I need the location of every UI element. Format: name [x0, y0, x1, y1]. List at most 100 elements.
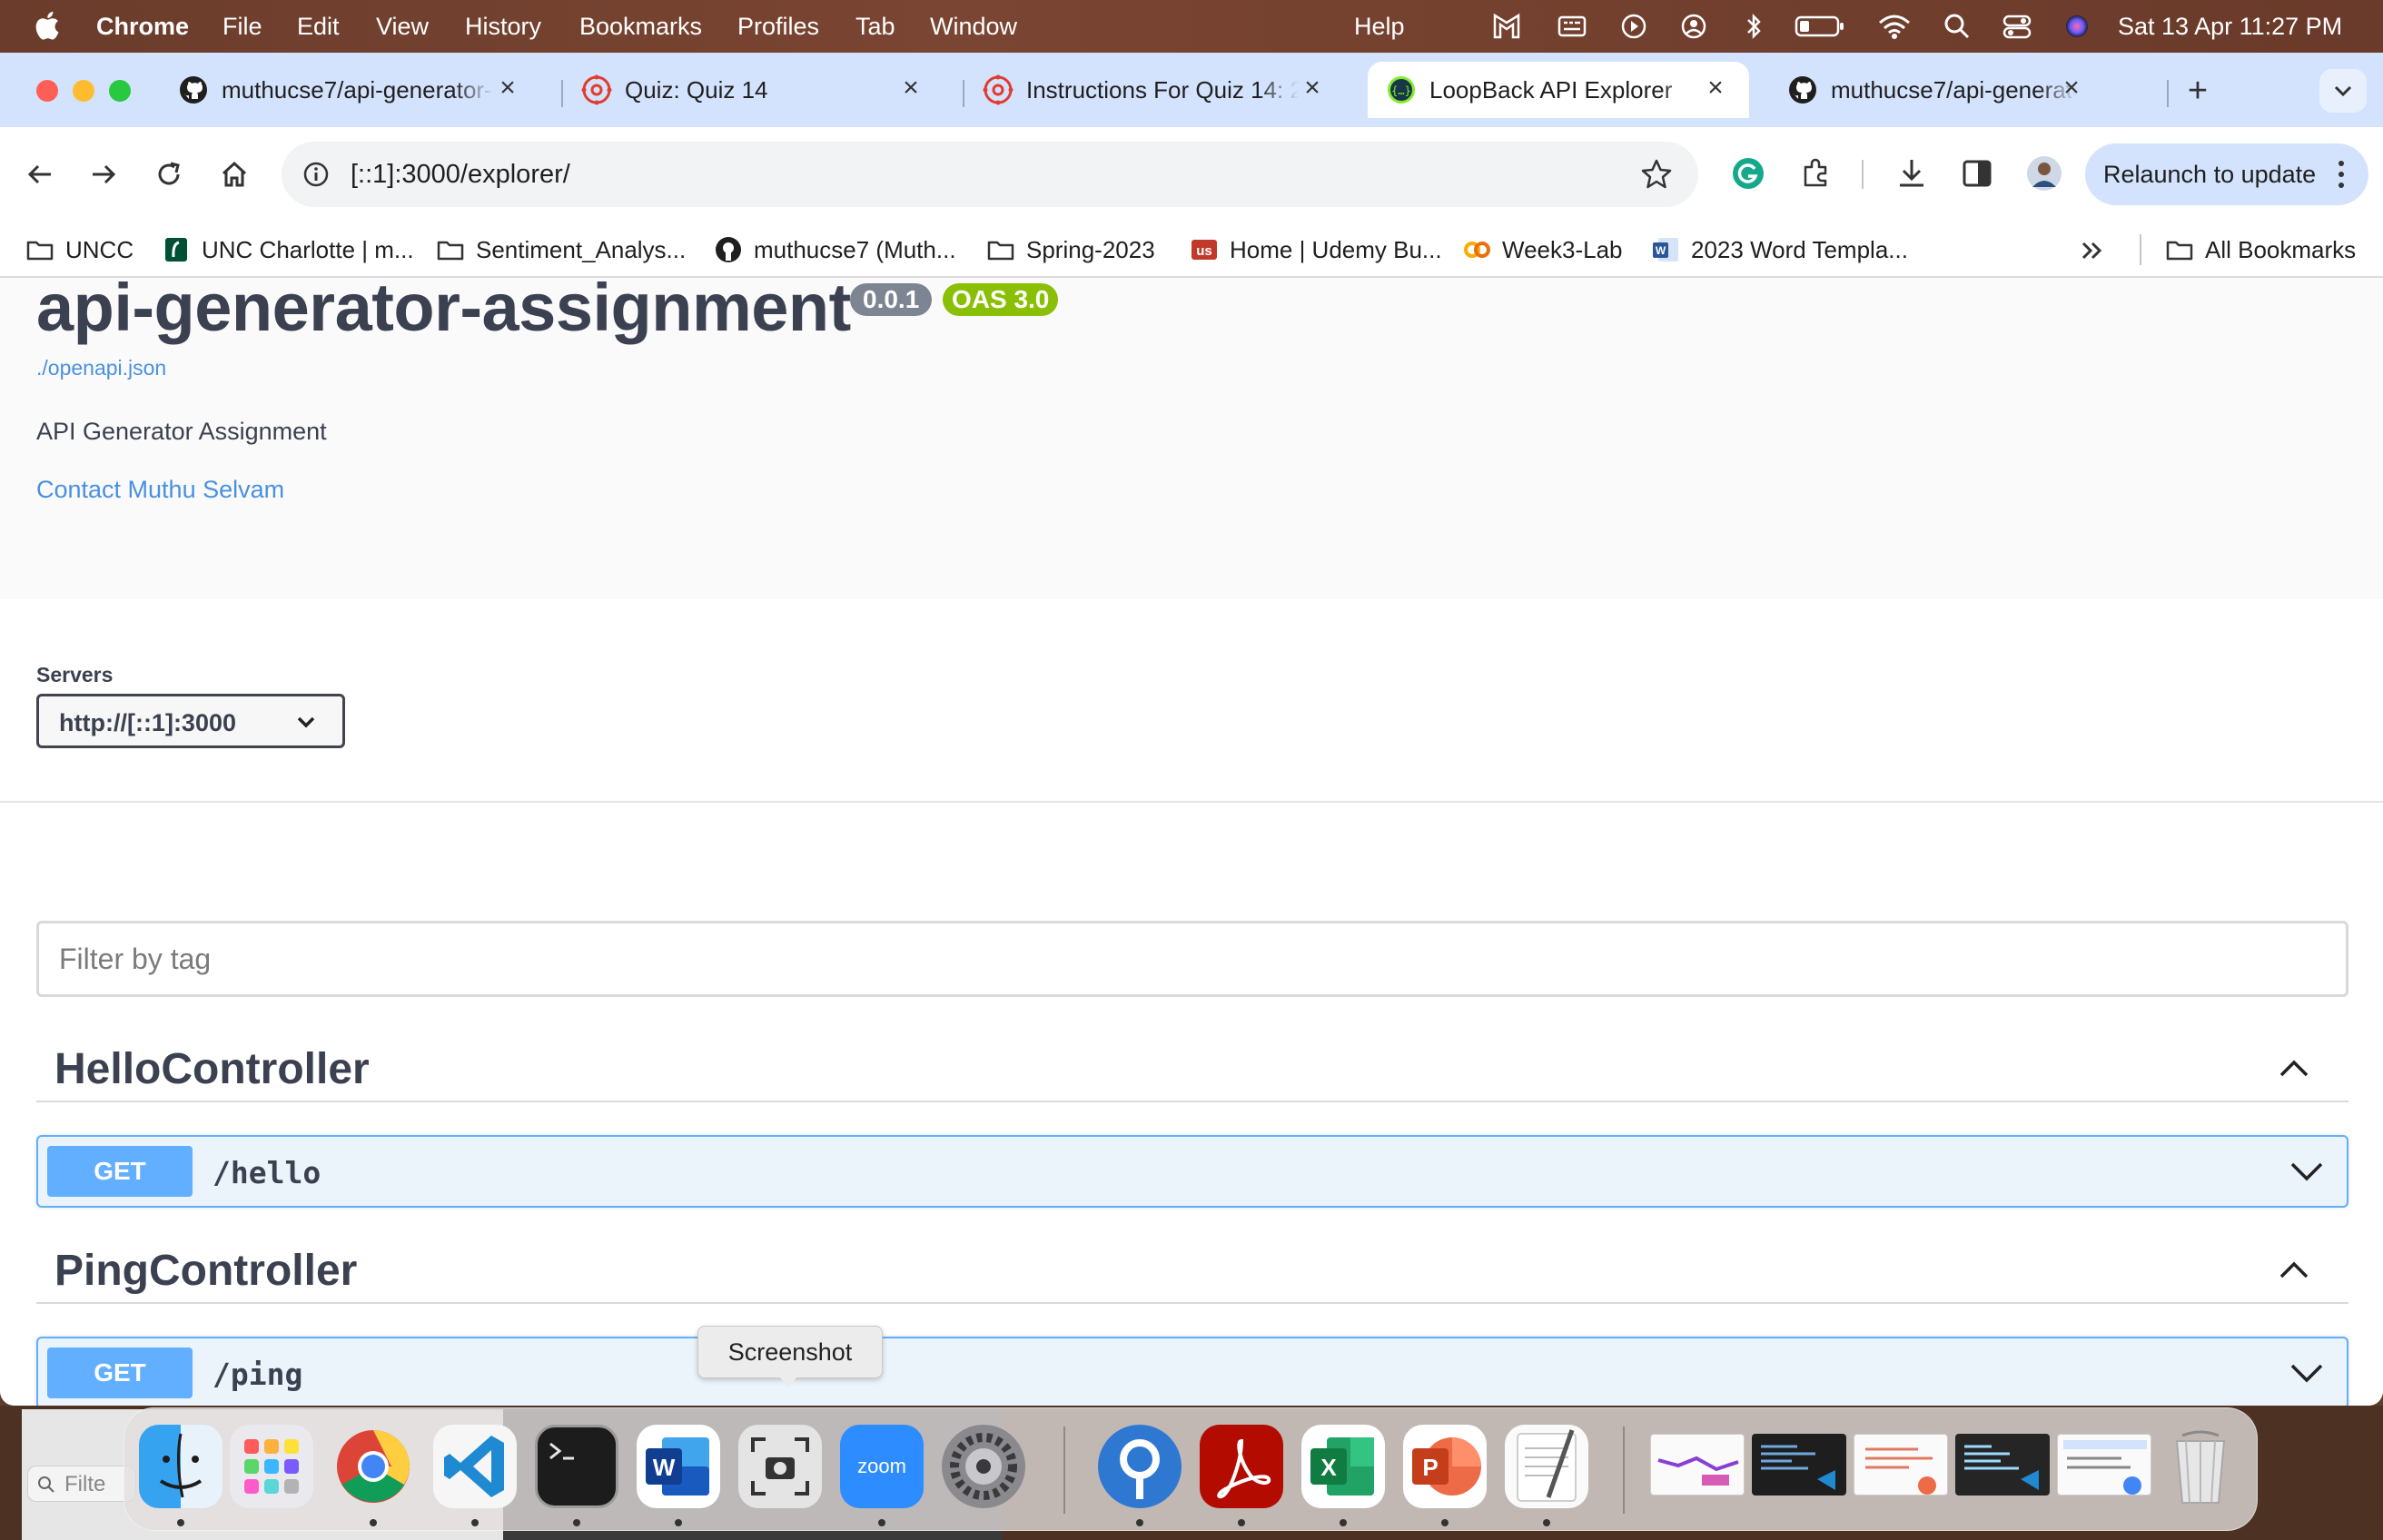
close-window-button[interactable] [36, 80, 58, 102]
close-tab-icon[interactable]: × [1299, 74, 1326, 102]
tab-loopback-explorer[interactable]: {…} LoopBack API Explorer × [1368, 62, 1749, 118]
powerpoint-icon[interactable]: P [1403, 1425, 1487, 1508]
tag-section-hello-controller[interactable]: HelloController [36, 1028, 2348, 1102]
zoom-icon[interactable]: zoom [840, 1425, 924, 1508]
finder-icon[interactable] [139, 1425, 222, 1508]
bookmark-week3-lab[interactable]: Week3-Lab [1462, 234, 1623, 265]
forward-icon[interactable] [85, 156, 122, 192]
play-icon[interactable] [1618, 12, 1649, 41]
settings-icon[interactable] [942, 1425, 1025, 1508]
close-tab-icon[interactable]: × [2058, 74, 2085, 102]
grammarly-icon[interactable] [1729, 154, 1767, 192]
siri-icon[interactable] [2062, 12, 2092, 41]
chrome-icon[interactable] [331, 1425, 415, 1508]
acrobat-icon[interactable] [1200, 1425, 1283, 1508]
tab-quiz[interactable]: Quiz: Quiz 14 × [563, 62, 944, 118]
vscode-icon[interactable] [433, 1425, 517, 1508]
spotlight-search-icon[interactable] [1942, 12, 1973, 41]
relaunch-to-update-button[interactable]: Relaunch to update [2085, 143, 2368, 205]
launchpad-icon[interactable] [230, 1425, 313, 1508]
all-bookmarks[interactable]: All Bookmarks [2165, 234, 2356, 265]
minimized-window-thumbnail[interactable] [1955, 1434, 2050, 1496]
minimized-window-thumbnail[interactable] [1752, 1434, 1846, 1496]
menu-history[interactable]: History [465, 13, 541, 41]
user-account-icon[interactable] [1678, 12, 1709, 41]
minimized-window-thumbnail[interactable] [1854, 1434, 1948, 1496]
chevron-down-icon[interactable] [2289, 1157, 2325, 1190]
tag-section-ping-controller[interactable]: PingController [36, 1229, 2348, 1304]
more-options-icon[interactable] [2336, 158, 2347, 191]
close-tab-icon[interactable]: × [1702, 74, 1729, 102]
url-text[interactable]: [::1]:3000/explorer/ [351, 160, 570, 190]
word-icon[interactable]: W [637, 1425, 720, 1508]
menu-window[interactable]: Window [930, 13, 1017, 41]
download-icon[interactable] [1893, 154, 1931, 192]
extensions-icon[interactable] [1796, 154, 1834, 192]
chevron-down-icon[interactable] [2289, 1358, 2325, 1391]
menu-help[interactable]: Help [1354, 13, 1405, 41]
mcafee-icon[interactable] [1491, 12, 1522, 41]
pgadmin-icon[interactable] [1098, 1425, 1182, 1508]
textedit-icon[interactable] [1505, 1425, 1588, 1508]
search-placeholder: Filte [64, 1472, 106, 1496]
close-tab-icon[interactable]: × [494, 74, 521, 102]
wifi-icon[interactable] [1876, 12, 1913, 41]
battery-icon[interactable] [1795, 12, 1845, 41]
bookmark-uncc[interactable]: UNCC [25, 234, 133, 265]
bookmark-word-template[interactable]: W 2023 Word Templa... [1651, 234, 1908, 265]
profile-avatar-icon[interactable] [2025, 154, 2063, 192]
close-tab-icon[interactable]: × [897, 74, 925, 102]
chevron-up-icon[interactable] [2276, 1251, 2312, 1288]
back-icon[interactable] [22, 156, 58, 192]
bookmark-spring-2023[interactable]: Spring-2023 [986, 234, 1155, 265]
zoom-window-button[interactable] [109, 80, 131, 102]
new-tab-button[interactable]: + [2180, 73, 2216, 109]
bookmark-sentiment[interactable]: Sentiment_Analys... [436, 234, 686, 265]
site-info-icon[interactable] [302, 160, 331, 189]
menu-tab[interactable]: Tab [855, 13, 895, 41]
contact-link[interactable]: Contact Muthu Selvam [36, 476, 284, 504]
home-icon[interactable] [216, 156, 252, 192]
excel-icon[interactable]: X [1301, 1425, 1385, 1508]
minimize-window-button[interactable] [73, 80, 94, 102]
operation-get-ping[interactable]: GET /ping [36, 1337, 2348, 1406]
menu-app-name[interactable]: Chrome [96, 13, 189, 41]
keyboard-layout-icon[interactable] [1557, 12, 1587, 41]
reload-icon[interactable] [151, 156, 187, 192]
address-bar[interactable]: [::1]:3000/explorer/ [282, 142, 1698, 207]
tab-github-1[interactable]: muthucse7/api-generator- × [160, 62, 541, 118]
side-panel-icon[interactable] [1958, 154, 1996, 192]
tab-github-2[interactable]: muthucse7/api-generator- × [1769, 62, 2151, 118]
minimized-window-thumbnail[interactable] [1650, 1434, 1745, 1496]
menu-bookmarks[interactable]: Bookmarks [579, 13, 702, 41]
menu-clock[interactable]: Sat 13 Apr 11:27 PM [2118, 13, 2342, 41]
menu-edit[interactable]: Edit [297, 13, 340, 41]
background-search-field[interactable]: Filte [27, 1466, 136, 1502]
tab-search-button[interactable] [2319, 69, 2367, 113]
filter-by-tag-input[interactable] [36, 921, 2348, 997]
terminal-icon[interactable] [535, 1425, 618, 1508]
running-indicator [1238, 1519, 1245, 1526]
menu-file[interactable]: File [222, 13, 262, 41]
bookmark-udemy[interactable]: us Home | Udemy Bu... [1190, 234, 1442, 265]
bluetooth-icon[interactable] [1738, 12, 1769, 41]
screenshot-icon[interactable] [738, 1425, 822, 1508]
control-center-icon[interactable] [2002, 12, 2032, 41]
minimized-window-thumbnail[interactable] [2057, 1434, 2151, 1496]
dock: W zoom X P [124, 1407, 2258, 1531]
tab-instructions[interactable]: Instructions For Quiz 14: 2 × [964, 62, 1346, 118]
bookmark-github[interactable]: muthucse7 (Muth... [714, 234, 956, 265]
trash-icon[interactable] [2159, 1425, 2242, 1508]
apple-icon[interactable] [33, 9, 60, 42]
servers-select[interactable]: http://[::1]:3000 [36, 694, 345, 748]
colab-icon [1464, 242, 1490, 258]
bookmark-unc-charlotte[interactable]: UNC Charlotte | m... [162, 234, 414, 265]
operation-get-hello[interactable]: GET /hello [36, 1135, 2348, 1208]
bookmark-star-icon[interactable] [1638, 156, 1675, 192]
openapi-spec-link[interactable]: ./openapi.json [36, 356, 166, 380]
chevron-up-icon[interactable] [2276, 1050, 2312, 1086]
menu-view[interactable]: View [376, 13, 429, 41]
menu-profiles[interactable]: Profiles [737, 13, 819, 41]
bookmarks-divider [2140, 234, 2141, 265]
chevron-double-right-icon[interactable] [2080, 240, 2105, 262]
